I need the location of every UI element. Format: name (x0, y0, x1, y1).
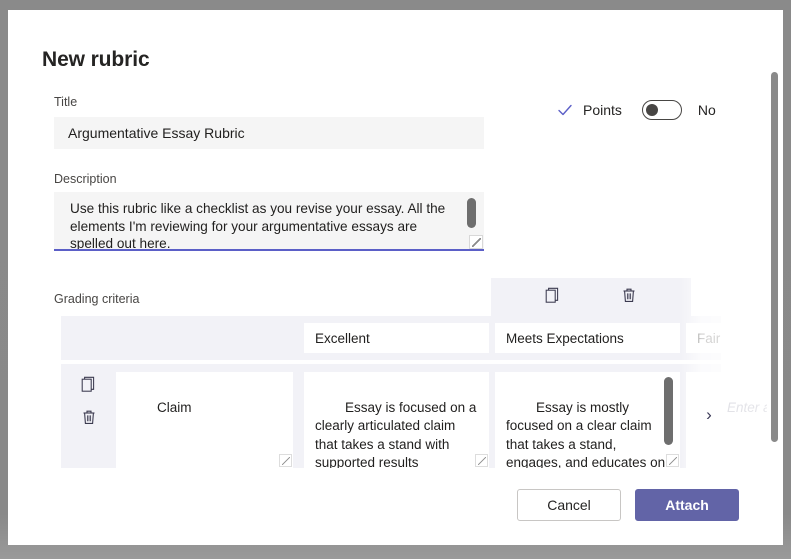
column-header-meets-expectations[interactable]: Meets Expectations (495, 323, 680, 353)
trash-icon (81, 409, 97, 429)
cell-excellent-text: Essay is focused on a clearly articulate… (315, 400, 480, 469)
delete-column-button[interactable] (617, 285, 641, 309)
cell-resize-handle[interactable] (666, 454, 679, 467)
row-actions (61, 364, 116, 468)
description-text: Use this rubric like a checklist as you … (70, 200, 448, 253)
copy-column-button[interactable] (541, 285, 565, 309)
checkmark-icon (556, 101, 574, 119)
points-toggle-knob (646, 104, 658, 116)
cancel-button[interactable]: Cancel (517, 489, 621, 521)
points-state-label: No (698, 102, 716, 118)
column-toolbar (491, 278, 691, 316)
grading-criteria-table: Excellent Meets Expectations Fair (61, 316, 721, 468)
cell-fair-placeholder: Enter a (727, 400, 771, 415)
page-title: New rubric (42, 48, 150, 72)
column-header-excellent[interactable]: Excellent (304, 323, 489, 353)
description-focus-underline (54, 249, 484, 251)
chevron-right-icon[interactable]: › (698, 404, 720, 426)
delete-row-button[interactable] (77, 407, 101, 431)
cell-criterion[interactable]: Claim (116, 372, 293, 468)
points-label: Points (583, 102, 622, 118)
description-resize-handle[interactable] (469, 235, 483, 249)
dialog-scrollbar[interactable] (767, 10, 783, 545)
points-row: Points No (556, 98, 716, 122)
cell-scroll-thumb[interactable] (664, 377, 673, 445)
criteria-header-row: Excellent Meets Expectations Fair (61, 316, 721, 360)
title-label: Title (54, 95, 77, 109)
cell-scrollbar[interactable] (664, 377, 673, 463)
description-textarea[interactable]: Use this rubric like a checklist as you … (54, 192, 484, 250)
cell-resize-handle[interactable] (279, 454, 292, 467)
cell-meets-expectations[interactable]: Essay is mostly focused on a clear claim… (495, 372, 680, 468)
grading-criteria-label: Grading criteria (54, 292, 139, 306)
description-label: Description (54, 172, 117, 186)
cell-meets-text: Essay is mostly focused on a clear claim… (506, 400, 669, 469)
attach-button[interactable]: Attach (635, 489, 739, 521)
points-toggle[interactable] (642, 100, 682, 120)
dialog-footer: Cancel Attach (8, 489, 767, 521)
trash-icon (621, 287, 637, 307)
cell-criterion-text: Claim (157, 400, 192, 415)
new-rubric-dialog: New rubric Title Points No Description U… (8, 10, 783, 545)
copy-icon (81, 376, 97, 396)
cell-resize-handle[interactable] (475, 454, 488, 467)
description-scroll-thumb[interactable] (467, 198, 476, 228)
title-input[interactable] (54, 117, 484, 149)
table-row: Claim Essay is focused on a clearly arti… (61, 364, 721, 468)
copy-row-button[interactable] (77, 374, 101, 398)
cell-excellent[interactable]: Essay is focused on a clearly articulate… (304, 372, 489, 468)
dialog-scroll-thumb[interactable] (771, 72, 778, 442)
copy-icon (545, 287, 561, 307)
